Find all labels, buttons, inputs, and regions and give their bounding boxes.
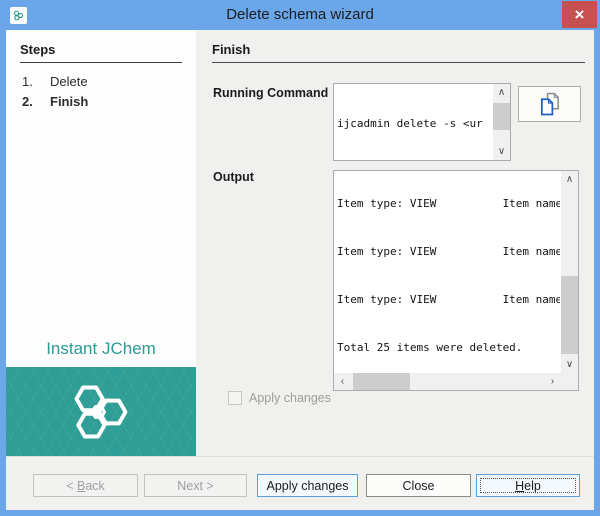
copy-command-button[interactable] xyxy=(518,86,581,122)
button-bar: < Back Next > Apply changes Close Help xyxy=(6,456,594,510)
step-label: Delete xyxy=(50,74,88,89)
window-title: Delete schema wizard xyxy=(226,6,374,23)
command-line: ijcadmin delete -s <ur xyxy=(337,117,483,130)
help-button[interactable]: Help xyxy=(476,474,580,497)
output-vscrollbar-thumb[interactable] xyxy=(561,276,578,354)
scroll-up-arrow-icon[interactable]: ∧ xyxy=(493,84,510,101)
running-command-text: ijcadmin delete -s <ur l> -u <usr> -p <p… xyxy=(337,86,492,159)
step-number: 2. xyxy=(22,94,33,109)
steps-sidebar: Steps 1. Delete 2. Finish Instant JChem xyxy=(6,30,196,456)
brand-banner xyxy=(6,367,196,456)
output-vertical-scrollbar[interactable]: ∧ ∨ xyxy=(561,171,578,373)
running-command-textarea[interactable]: ijcadmin delete -s <ur l> -u <usr> -p <p… xyxy=(333,83,511,161)
scroll-up-arrow-icon[interactable]: ∧ xyxy=(561,171,578,188)
close-icon: × xyxy=(574,4,585,24)
close-button-label: Close xyxy=(402,478,435,493)
apply-changes-checkbox-row: Apply changes xyxy=(228,391,331,405)
delete-schema-wizard-window: { "window": { "title": "Delete schema wi… xyxy=(0,0,600,516)
steps-header: Steps xyxy=(20,42,182,63)
output-hscrollbar-thumb[interactable] xyxy=(353,373,410,390)
step-number: 1. xyxy=(22,74,33,89)
finish-panel: Finish Running Command ijcadmin delete -… xyxy=(196,30,594,456)
running-command-label: Running Command xyxy=(213,86,329,100)
back-button-mnemonic: B xyxy=(76,478,86,493)
scroll-down-arrow-icon[interactable]: ∨ xyxy=(493,143,510,160)
next-button[interactable]: Next > xyxy=(144,474,247,497)
step-item-delete: 1. Delete xyxy=(6,72,196,92)
close-dialog-button[interactable]: Close xyxy=(366,474,471,497)
output-line: Item type: VIEW Item name xyxy=(337,245,560,258)
brand-text: Instant JChem xyxy=(46,339,156,358)
step-label: Finish xyxy=(50,94,89,109)
scroll-left-arrow-icon[interactable]: ‹ xyxy=(334,373,351,390)
apply-changes-button-label: Apply changes xyxy=(266,478,349,493)
output-horizontal-scrollbar[interactable]: ‹ › xyxy=(334,373,561,390)
back-button-label: ack xyxy=(85,478,105,493)
output-text: Item type: VIEW Item name Item type: VIE… xyxy=(337,171,560,372)
scrollbar-corner xyxy=(561,373,578,390)
scroll-right-arrow-icon[interactable]: › xyxy=(544,373,561,390)
steps-list: 1. Delete 2. Finish xyxy=(6,72,196,112)
copy-icon xyxy=(540,92,559,116)
output-textarea[interactable]: Item type: VIEW Item name Item type: VIE… xyxy=(333,170,579,391)
titlebar[interactable]: Delete schema wizard × xyxy=(0,0,600,30)
back-button-label: < xyxy=(66,478,77,493)
apply-changes-checkbox[interactable] xyxy=(228,391,242,405)
output-line: Total 25 items were deleted. xyxy=(337,341,523,354)
next-button-label: Next > xyxy=(177,478,214,493)
instant-jchem-logo-icon xyxy=(74,385,128,438)
output-line: Item type: VIEW Item name xyxy=(337,293,560,306)
command-scrollbar-thumb[interactable] xyxy=(493,103,510,130)
apply-changes-checkbox-label: Apply changes xyxy=(249,391,332,405)
dialog-body: Steps 1. Delete 2. Finish Instant JChem xyxy=(6,30,594,510)
output-label: Output xyxy=(213,170,254,184)
help-button-label: elp xyxy=(524,478,541,493)
panel-title: Finish xyxy=(212,42,585,63)
step-item-finish-current: 2. Finish xyxy=(6,92,196,112)
command-vertical-scrollbar[interactable]: ∧ ∨ xyxy=(493,84,510,160)
help-button-mnemonic: H xyxy=(515,478,525,493)
scroll-down-arrow-icon[interactable]: ∨ xyxy=(561,356,578,373)
back-button[interactable]: < Back xyxy=(33,474,138,497)
close-button[interactable]: × xyxy=(562,1,597,28)
output-line-partial: Item type: VIEW Item name xyxy=(337,197,560,210)
apply-changes-button[interactable]: Apply changes xyxy=(257,474,358,497)
